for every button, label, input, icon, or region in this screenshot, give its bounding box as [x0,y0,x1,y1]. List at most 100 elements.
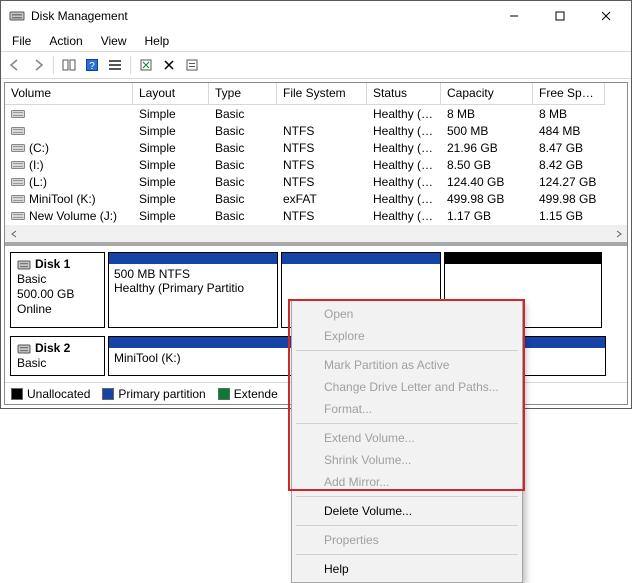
help-button[interactable]: ? [81,54,103,76]
cell-layout: Simple [133,192,209,206]
svg-text:?: ? [89,61,95,72]
cell-capacity: 500 MB [441,124,533,138]
cell-volume [5,107,133,121]
column-header[interactable]: Capacity [441,83,533,105]
forward-button[interactable] [27,54,49,76]
cell-capacity: 124.40 GB [441,175,533,189]
cell-capacity: 21.96 GB [441,141,533,155]
cell-layout: Simple [133,141,209,155]
legend-label: Extende [234,387,278,401]
show-hide-console-tree-button[interactable] [58,54,80,76]
cell-fs: NTFS [277,158,367,172]
table-row[interactable]: SimpleBasicHealthy (P...8 MB8 MB [5,105,627,122]
scroll-right-button[interactable] [610,225,627,242]
cell-status: Healthy (P... [367,209,441,223]
disk-icon [17,258,31,272]
cell-fs: NTFS [277,141,367,155]
disk-name: Disk 1 [17,257,98,272]
menu-view[interactable]: View [93,32,135,50]
horizontal-scrollbar[interactable] [5,225,627,242]
disk-state: Online [17,302,98,317]
table-row[interactable]: (C:)SimpleBasicNTFSHealthy (B...21.96 GB… [5,139,627,156]
menu-action[interactable]: Action [41,32,90,50]
legend-swatch [102,388,114,400]
table-row[interactable]: New Volume (J:)SimpleBasicNTFSHealthy (P… [5,207,627,224]
minimize-button[interactable] [491,1,537,31]
disk-kind: Basic [17,272,98,287]
column-header[interactable]: Type [209,83,277,105]
menu-file[interactable]: File [4,32,39,50]
partition[interactable]: 500 MB NTFSHealthy (Primary Partitio [108,252,278,328]
table-row[interactable]: (I:)SimpleBasicNTFSHealthy (L...8.50 GB8… [5,156,627,173]
context-menu-separator [296,554,518,555]
partition-body: 500 MB NTFSHealthy (Primary Partitio [109,264,277,327]
cell-capacity: 8.50 GB [441,158,533,172]
table-row[interactable]: MiniTool (K:)SimpleBasicexFATHealthy (P.… [5,190,627,207]
titlebar[interactable]: Disk Management [1,1,631,31]
disk-info[interactable]: Disk 2Basic [10,336,105,376]
cell-layout: Simple [133,158,209,172]
legend-swatch [218,388,230,400]
cell-fs: NTFS [277,209,367,223]
column-header[interactable]: Volume [5,83,133,105]
maximize-button[interactable] [537,1,583,31]
context-menu-item: Format... [294,398,520,420]
disk-kind: Basic [17,356,98,371]
table-row[interactable]: SimpleBasicNTFSHealthy (P...500 MB484 MB [5,122,627,139]
cell-layout: Simple [133,209,209,223]
partition-bar [282,253,440,264]
cell-status: Healthy (P... [367,107,441,121]
scroll-left-button[interactable] [5,225,22,242]
close-button[interactable] [583,1,629,31]
context-menu-item: Open [294,303,520,325]
column-header[interactable]: Layout [133,83,209,105]
context-menu-item: Shrink Volume... [294,449,520,471]
volume-list: VolumeLayoutTypeFile SystemStatusCapacit… [5,83,627,242]
cell-free: 8.47 GB [533,141,605,155]
context-menu-item: Change Drive Letter and Paths... [294,376,520,398]
cell-free: 8.42 GB [533,158,605,172]
context-menu-item[interactable]: Delete Volume... [294,500,520,522]
cell-type: Basic [209,141,277,155]
back-button[interactable] [4,54,26,76]
cell-type: Basic [209,192,277,206]
cell-status: Healthy (L... [367,158,441,172]
app-icon [9,8,25,24]
cell-volume [5,124,133,138]
table-row[interactable]: (L:)SimpleBasicNTFSHealthy (L...124.40 G… [5,173,627,190]
context-menu-separator [296,496,518,497]
disk-icon [17,342,31,356]
legend-item: Unallocated [11,387,90,401]
context-menu-item: Add Mirror... [294,471,520,493]
cell-fs: exFAT [277,192,367,206]
cell-capacity: 1.17 GB [441,209,533,223]
context-menu-item: Extend Volume... [294,427,520,449]
cell-volume: New Volume (J:) [5,209,133,223]
refresh-button[interactable] [135,54,157,76]
disk-info[interactable]: Disk 1Basic500.00 GBOnline [10,252,105,328]
cell-volume: (L:) [5,175,133,189]
partition-bar [109,253,277,264]
delete-button[interactable] [158,54,180,76]
column-header[interactable]: File System [277,83,367,105]
disk-size: 500.00 GB [17,287,98,302]
cell-layout: Simple [133,175,209,189]
cell-type: Basic [209,158,277,172]
properties-button[interactable] [181,54,203,76]
legend-swatch [11,388,23,400]
cell-status: Healthy (B... [367,141,441,155]
partition-line: 500 MB NTFS [114,267,272,281]
context-menu-separator [296,525,518,526]
disk-name: Disk 2 [17,341,98,356]
column-header[interactable]: Status [367,83,441,105]
view-list-button[interactable] [104,54,126,76]
cell-capacity: 499.98 GB [441,192,533,206]
cell-type: Basic [209,175,277,189]
partition-bar [445,253,601,264]
cell-fs: NTFS [277,175,367,189]
toolbar: ? [1,51,631,79]
context-menu-item[interactable]: Help [294,558,520,580]
column-header[interactable]: Free Spa... [533,83,605,105]
menu-help[interactable]: Help [137,32,178,50]
legend-item: Extende [218,387,278,401]
